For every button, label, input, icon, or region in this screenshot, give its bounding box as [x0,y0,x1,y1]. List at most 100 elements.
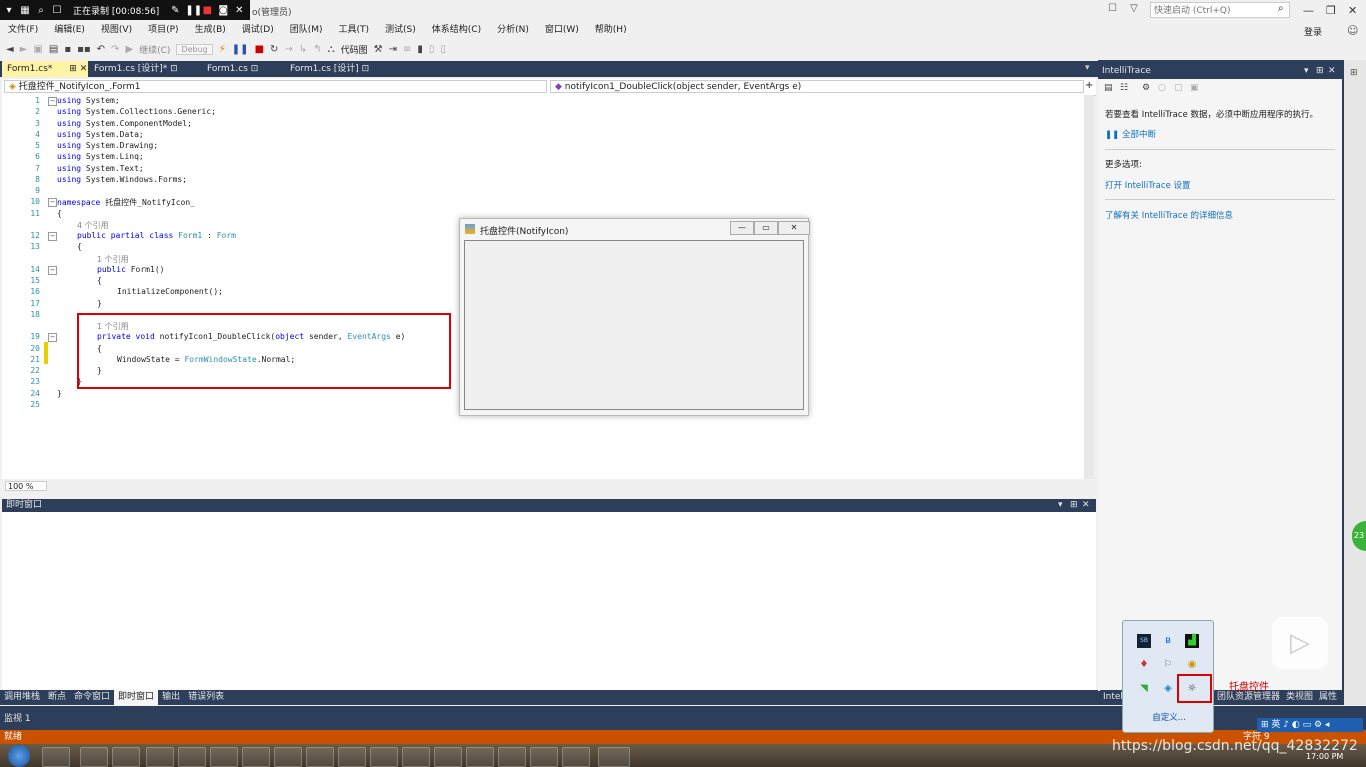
code-line[interactable]: public Form1() [97,265,164,274]
menu-architecture[interactable]: 体系结构(C) [424,22,489,38]
tab-overflow-icon[interactable]: ▾ [1085,63,1090,73]
taskbar-app-icon[interactable] [370,747,398,767]
immediate-window-body[interactable] [2,512,1096,690]
save-icon[interactable]: ▪ [64,44,71,55]
taskbar-app-icon[interactable] [466,747,494,767]
collapse-icon[interactable]: − [48,333,57,343]
continue-button[interactable]: 继续(C) [139,43,170,56]
indent-icon[interactable]: ⇥ [389,44,397,55]
bookmark-next-icon[interactable]: ▯ [440,44,446,55]
tab-form1-design-modified[interactable]: Form1.cs [设计]* ⊡ [89,61,199,77]
collapse-icon[interactable]: − [48,198,57,208]
collapse-icon[interactable]: − [48,265,57,275]
reference-count[interactable]: 1 个引用 [97,254,129,265]
close-icon[interactable]: ✕ [80,64,88,74]
pause-icon[interactable]: ❚❚ [185,5,202,16]
code-line[interactable]: } [97,299,102,308]
code-line[interactable]: using System.Text; [57,164,144,173]
menu-debug[interactable]: 调试(D) [234,22,282,38]
events-view-icon[interactable]: ▤ [1104,83,1113,93]
menu-file[interactable]: 文件(F) [0,22,46,38]
open-settings-link[interactable]: 打开 IntelliTrace 设置 [1105,179,1191,191]
taskbar-app-icon[interactable] [530,747,558,767]
package-icon[interactable]: ◈ [1161,682,1175,696]
restart-icon[interactable]: ↻ [270,44,278,55]
step-icon[interactable]: → [284,44,292,55]
tab-form1-cs-2[interactable]: Form1.cs ⊡ [202,61,282,77]
code-map-button[interactable]: 代码图 [341,43,368,56]
calls-view-icon[interactable]: ☷ [1120,83,1128,93]
menu-edit[interactable]: 编辑(E) [46,22,93,38]
tab-error-list[interactable]: 错误列表 [184,690,228,705]
nvidia-icon[interactable]: ◥ [1137,682,1151,696]
maximize-button[interactable]: ❐ [1326,4,1336,17]
undo-icon[interactable]: ↶ [97,44,105,55]
code-line[interactable]: } [77,377,82,386]
window-icon[interactable]: ☐ [51,5,63,16]
pin-icon[interactable]: ⊞ [69,64,77,74]
stop-icon[interactable]: ■ [255,44,264,55]
stop-icon[interactable]: ■ [201,5,213,16]
menu-help[interactable]: 帮助(H) [587,22,635,38]
learn-more-link[interactable]: 了解有关 IntelliTrace 的详细信息 [1105,209,1233,221]
menu-view[interactable]: 视图(V) [93,22,140,38]
pin-icon[interactable]: ⊞ [1316,64,1324,78]
menu-analyze[interactable]: 分析(N) [489,22,537,38]
search-icon[interactable]: ○ [1158,83,1166,93]
tab-properties[interactable]: 属性 [1316,690,1340,705]
taskbar-app-icon[interactable] [402,747,430,767]
new-item-icon[interactable]: ▣ [33,44,42,55]
code-line[interactable]: InitializeComponent(); [117,287,223,296]
vertical-scrollbar[interactable] [1084,95,1094,479]
dropdown-icon[interactable]: ▾ [1058,499,1063,512]
code-line[interactable]: namespace 托盘控件_NotifyIcon_ [57,197,195,208]
watch-label[interactable]: 监视 1 [4,714,31,724]
menu-project[interactable]: 项目(P) [140,22,186,38]
reference-count-label[interactable]: 4 个引用 [77,221,109,230]
menu-build[interactable]: 生成(B) [187,22,234,38]
notifyicon-form-window[interactable]: 托盘控件(NotifyIcon) — ▭ ✕ [459,218,810,416]
tray-app-icon[interactable]: SB [1137,634,1151,648]
account-icon[interactable]: ☺ [1347,24,1358,37]
member-dropdown[interactable]: ◆ notifyIcon1_DoubleClick(object sender,… [550,80,1084,93]
save-icon[interactable]: ▣ [1190,83,1199,93]
comment-icon[interactable]: ≡ [403,44,411,55]
form-maximize-button[interactable]: ▭ [754,221,778,235]
open-icon[interactable]: ▢ [1174,83,1183,93]
code-line[interactable]: } [97,366,102,375]
feedback-icon[interactable]: ☐ [1108,3,1117,14]
search-icon[interactable]: ⌕ [35,5,47,16]
tab-class-view[interactable]: 类视图 [1283,690,1316,705]
menu-window[interactable]: 窗口(W) [537,22,587,38]
search-icon[interactable]: ⌕ [1278,3,1284,14]
pin-icon[interactable]: ⊞ [1070,499,1078,512]
form-client-area[interactable] [464,240,804,410]
tab-output[interactable]: 输出 [158,690,184,705]
class-dropdown[interactable]: ◈ 托盘控件_NotifyIcon_.Form1 [4,80,547,93]
explorer-taskbar-icon[interactable] [42,747,70,767]
settings-icon[interactable]: ⚙ [1142,83,1150,93]
open-icon[interactable]: ▤ [49,44,58,55]
bluetooth-icon[interactable]: ʙ [1161,634,1175,648]
split-icon[interactable]: + [1085,80,1093,91]
taskbar-app-icon[interactable] [498,747,526,767]
reference-count[interactable]: 1 个引用 [97,321,129,332]
start-button[interactable] [8,745,30,767]
tab-immediate-window[interactable]: 即时窗口 [114,690,159,705]
code-line[interactable]: using System.ComponentModel; [57,119,192,128]
pause-icon[interactable]: ❚❚ [232,44,249,55]
reference-count-label[interactable]: 1 个引用 [97,322,129,331]
play-overlay-icon[interactable]: ▷ [1272,617,1328,669]
code-line[interactable]: using System.Drawing; [57,141,158,150]
toolbox-icon[interactable]: ⊞ [1350,68,1358,78]
menu-test[interactable]: 测试(S) [377,22,424,38]
shield-icon[interactable]: ◉ [1185,658,1199,672]
code-line[interactable]: public partial class Form1 : Form [77,231,236,240]
close-icon[interactable]: ✕ [1328,64,1336,78]
code-line[interactable]: using System.Collections.Generic; [57,107,216,116]
form-close-button[interactable]: ✕ [778,221,810,235]
minimize-button[interactable]: — [1303,4,1314,17]
reference-count-label[interactable]: 1 个引用 [97,255,129,264]
menu-team[interactable]: 团队(M) [282,22,331,38]
tab-command-window[interactable]: 命令窗口 [70,690,114,705]
